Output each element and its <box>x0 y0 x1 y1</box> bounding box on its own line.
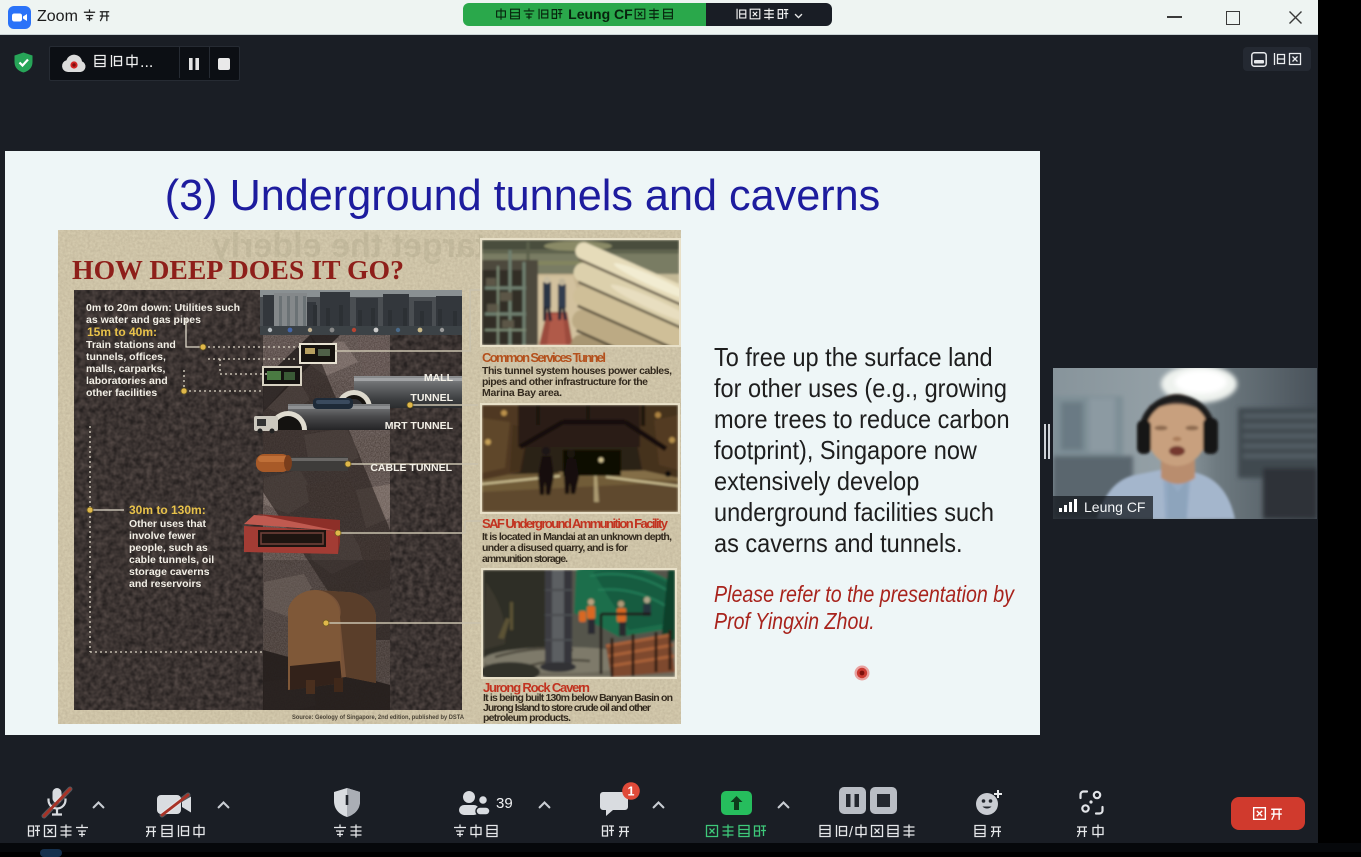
svg-text:other facilities: other facilities <box>86 387 157 399</box>
svg-text:ammunition storage.: ammunition storage. <box>482 553 568 565</box>
svg-text:Common Services Tunnel: Common Services Tunnel <box>482 350 606 365</box>
svg-text:SAF Underground Ammunition Fac: SAF Underground Ammunition Facility <box>482 516 669 531</box>
svg-text:cable tunnels, oil: cable tunnels, oil <box>129 554 214 566</box>
svg-text:and reservoirs: and reservoirs <box>129 578 202 590</box>
svg-text:0m to 20m down: Utilities such: 0m to 20m down: Utilities such <box>86 302 240 314</box>
svg-text:30m to 130m:: 30m to 130m: <box>129 503 206 517</box>
svg-text:CABLE TUNNEL: CABLE TUNNEL <box>370 462 452 474</box>
svg-text:storage caverns: storage caverns <box>129 566 210 578</box>
svg-text:TUNNEL: TUNNEL <box>410 392 453 404</box>
svg-text:15m to 40m:: 15m to 40m: <box>87 325 157 339</box>
svg-text:people, such as: people, such as <box>129 542 208 554</box>
svg-text:involve fewer: involve fewer <box>129 530 196 542</box>
svg-text:petroleum products.: petroleum products. <box>483 712 571 724</box>
svg-text:Train stations and: Train stations and <box>86 339 176 351</box>
svg-text:MALL: MALL <box>424 372 454 384</box>
svg-text:MRT TUNNEL: MRT TUNNEL <box>385 420 454 432</box>
svg-text:Leung CF: Leung CF <box>1084 499 1145 515</box>
svg-text:Marina Bay area.: Marina Bay area. <box>482 387 562 399</box>
svg-text:laboratories and: laboratories and <box>86 375 168 387</box>
svg-text:Source: Geology of Singapore,: Source: Geology of Singapore, 2nd editio… <box>292 714 464 721</box>
svg-text:1: 1 <box>628 785 635 799</box>
svg-text:Other uses that: Other uses that <box>129 518 207 530</box>
svg-text:malls, carparks,: malls, carparks, <box>86 363 165 375</box>
svg-text:tunnels, offices,: tunnels, offices, <box>86 351 166 363</box>
svg-text:HOW DEEP DOES IT GO?: HOW DEEP DOES IT GO? <box>72 255 404 285</box>
